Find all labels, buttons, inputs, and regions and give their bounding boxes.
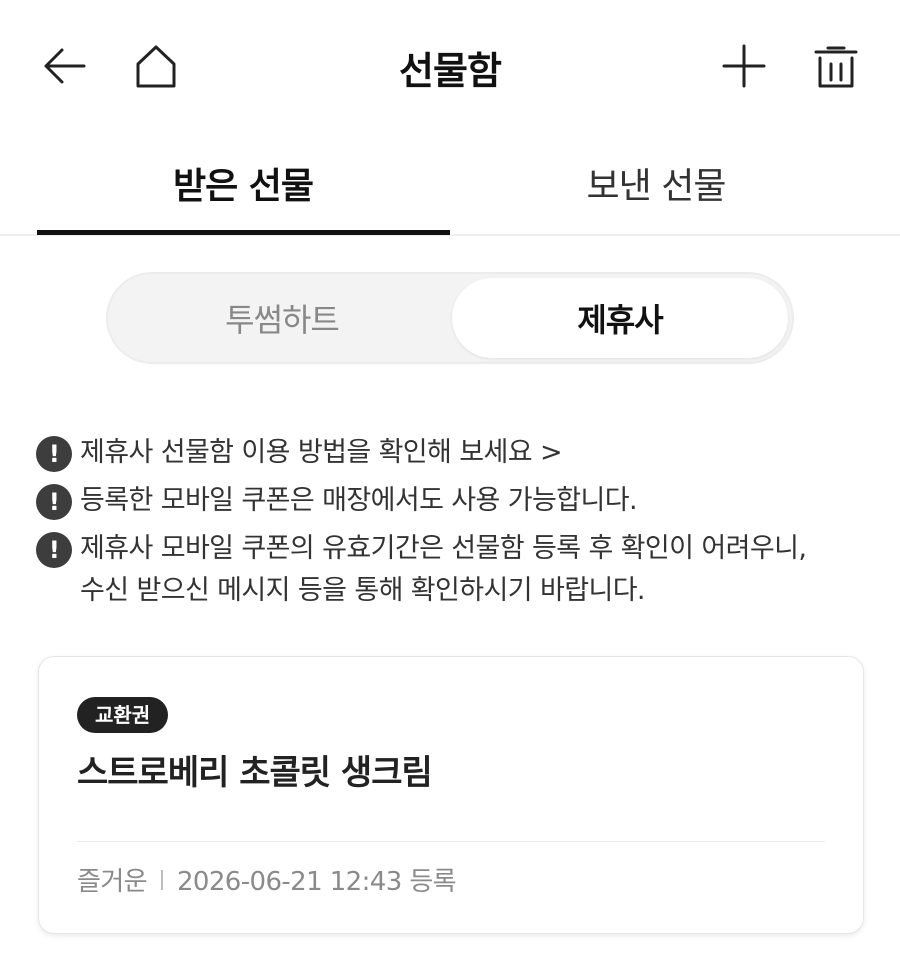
trash-icon <box>814 46 858 88</box>
gift-type-segment: 투썸하트 제휴사 <box>106 272 794 364</box>
gift-tabs: 받은 선물 보낸 선물 <box>0 130 900 236</box>
plus-icon <box>722 44 766 88</box>
gift-meta: 즐거운 2026-06-21 12:43 등록 <box>77 861 457 898</box>
notice-item-how-to-use[interactable]: ! 제휴사 선물함 이용 방법을 확인해 보세요 > <box>36 432 876 474</box>
gift-box-screen: 선물함 받은 선물 보낸 선물 투썸하트 제휴사 ! 제휴사 선물함 이용 방법… <box>0 0 900 973</box>
home-button[interactable] <box>128 38 184 94</box>
segment-partner[interactable]: 제휴사 <box>452 278 788 358</box>
back-button[interactable] <box>36 38 92 94</box>
card-divider <box>77 841 825 842</box>
notice-text-line-2: 수신 받으신 메시지 등을 통해 확인하시기 바랍니다. <box>80 575 646 606</box>
notice-text: 제휴사 선물함 이용 방법을 확인해 보세요 > <box>80 437 563 468</box>
notice-list: ! 제휴사 선물함 이용 방법을 확인해 보세요 > ! 등록한 모바일 쿠폰은… <box>36 432 876 612</box>
add-coupon-button[interactable] <box>716 38 772 94</box>
segment-twosome-heart[interactable]: 투썸하트 <box>114 278 450 358</box>
page-title: 선물함 <box>399 49 502 93</box>
active-tab-indicator <box>37 230 450 235</box>
exclamation-icon: ! <box>36 484 72 520</box>
notice-item-expiry: ! 제휴사 모바일 쿠폰의 유효기간은 선물함 등록 후 확인이 어려우니, 수… <box>36 528 876 612</box>
sender-name: 즐거운 <box>77 867 148 897</box>
tab-received-gifts[interactable]: 받은 선물 <box>37 130 449 236</box>
notice-text: 등록한 모바일 쿠폰은 매장에서도 사용 가능합니다. <box>80 485 638 516</box>
voucher-badge: 교환권 <box>77 697 169 733</box>
registered-date: 2026-06-21 12:43 등록 <box>176 867 457 897</box>
delete-button[interactable] <box>808 38 864 94</box>
exclamation-icon: ! <box>36 532 72 568</box>
tab-sent-gifts[interactable]: 보낸 선물 <box>450 130 862 236</box>
top-bar: 선물함 <box>0 0 900 130</box>
notice-item-store-use: ! 등록한 모바일 쿠폰은 매장에서도 사용 가능합니다. <box>36 480 876 522</box>
meta-separator <box>160 869 163 890</box>
notice-text-line-1: 제휴사 모바일 쿠폰의 유효기간은 선물함 등록 후 확인이 어려우니, <box>80 533 807 564</box>
home-icon <box>136 45 176 88</box>
arrow-left-icon <box>44 48 86 84</box>
gift-card[interactable]: 교환권 스트로베리 초콜릿 생크림 즐거운 2026-06-21 12:43 등… <box>38 656 864 934</box>
product-name: 스트로베리 초콜릿 생크림 <box>77 753 433 793</box>
exclamation-icon: ! <box>36 436 72 472</box>
